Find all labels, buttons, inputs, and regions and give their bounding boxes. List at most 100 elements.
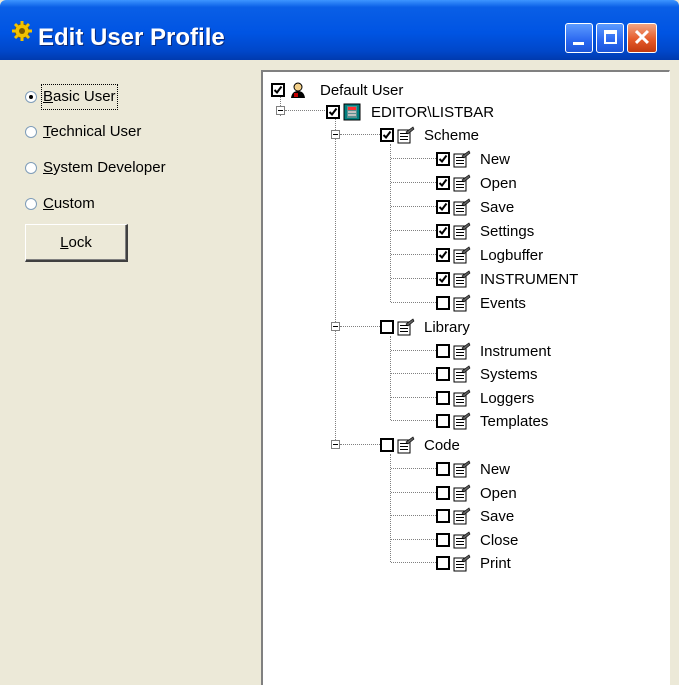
collapse-icon[interactable]	[276, 106, 285, 115]
tree-node-code-close[interactable]: Close	[436, 531, 636, 551]
tree-node-editor-listbar[interactable]: EDITOR\LISTBAR	[326, 103, 576, 123]
minimize-button[interactable]	[565, 23, 593, 53]
checkbox[interactable]	[436, 200, 450, 214]
tree-node-scheme-logbuffer[interactable]: Logbuffer	[436, 246, 636, 266]
checkbox[interactable]	[436, 248, 450, 262]
tree-node-library-loggers[interactable]: Loggers	[436, 389, 636, 409]
gear-icon	[12, 21, 32, 41]
tree-connector	[340, 326, 380, 327]
checkbox[interactable]	[436, 533, 450, 547]
tree-connector	[391, 468, 436, 469]
tree-node-scheme-save[interactable]: Save	[436, 198, 636, 218]
checkbox[interactable]	[380, 320, 394, 334]
tree-connector	[391, 492, 436, 493]
document-icon	[397, 126, 415, 144]
tree-node-label: Logbuffer	[480, 247, 544, 264]
title-bar[interactable]: Edit User Profile ✕	[0, 0, 679, 60]
close-icon: ✕	[632, 25, 652, 50]
checkbox[interactable]	[436, 486, 450, 500]
checkbox[interactable]	[436, 272, 450, 286]
checkbox[interactable]	[380, 438, 394, 452]
tree-connector	[391, 278, 436, 279]
collapse-icon[interactable]	[331, 130, 340, 139]
collapse-icon[interactable]	[331, 322, 340, 331]
checkbox[interactable]	[436, 224, 450, 238]
tree-node-scheme-open[interactable]: Open	[436, 174, 636, 194]
tree-node-scheme-events[interactable]: Events	[436, 294, 636, 314]
document-icon	[453, 222, 471, 240]
document-icon	[453, 460, 471, 478]
tree-node-code-save[interactable]: Save	[436, 507, 636, 527]
tree-node-code-open[interactable]: Open	[436, 484, 636, 504]
radio-indicator[interactable]	[25, 91, 37, 103]
checkbox[interactable]	[436, 344, 450, 358]
checkbox[interactable]	[436, 556, 450, 570]
document-icon	[453, 554, 471, 572]
tree-node-scheme-new[interactable]: New	[436, 150, 636, 170]
document-icon	[453, 365, 471, 383]
tree-node-label: INSTRUMENT	[480, 271, 579, 288]
tree-node-library[interactable]: Library	[380, 318, 580, 338]
document-icon	[453, 174, 471, 192]
radio-label: System Developer	[43, 159, 166, 176]
tree-node-default-user[interactable]: Default User	[271, 81, 471, 101]
tree-node-code-new[interactable]: New	[436, 460, 636, 480]
tree-node-library-instrument[interactable]: Instrument	[436, 342, 636, 362]
checkbox[interactable]	[436, 462, 450, 476]
radio-label: Custom	[43, 195, 95, 212]
tree-connector	[390, 336, 391, 420]
maximize-icon	[604, 30, 617, 44]
radio-indicator[interactable]	[25, 162, 37, 174]
radio-label: Technical User	[43, 123, 142, 140]
radio-label: Basic User	[41, 84, 118, 110]
tree-connector	[391, 515, 436, 516]
tree-node-label: Events	[480, 295, 526, 312]
tree-node-label: Code	[424, 437, 460, 454]
radio-indicator[interactable]	[25, 198, 37, 210]
close-button[interactable]: ✕	[627, 23, 657, 53]
tree-connector	[335, 118, 336, 444]
document-icon	[397, 436, 415, 454]
document-icon	[453, 507, 471, 525]
tree-node-label: New	[480, 151, 511, 168]
checkbox[interactable]	[436, 152, 450, 166]
tree-node-scheme-instrument[interactable]: INSTRUMENT	[436, 270, 656, 290]
checkbox[interactable]	[436, 176, 450, 190]
lock-button[interactable]: Lock	[25, 224, 128, 262]
checkbox[interactable]	[436, 296, 450, 310]
document-icon	[453, 150, 471, 168]
checkbox[interactable]	[380, 128, 394, 142]
checkbox[interactable]	[271, 83, 285, 97]
tree-connector	[391, 373, 436, 374]
checkbox[interactable]	[436, 414, 450, 428]
radio-indicator[interactable]	[25, 126, 37, 138]
document-icon	[453, 342, 471, 360]
tree-node-label: Close	[480, 532, 519, 549]
document-icon	[453, 294, 471, 312]
checkbox[interactable]	[436, 367, 450, 381]
tree-node-code-print[interactable]: Print	[436, 554, 636, 574]
window-title: Edit User Profile	[38, 24, 225, 51]
tree-connector	[340, 444, 380, 445]
tree-connector	[390, 454, 391, 562]
collapse-icon[interactable]	[331, 440, 340, 449]
document-icon	[397, 318, 415, 336]
checkbox[interactable]	[326, 105, 340, 119]
tree-connector	[391, 350, 436, 351]
tree-node-label: EDITOR\LISTBAR	[371, 104, 495, 121]
checkbox[interactable]	[436, 391, 450, 405]
tree-node-scheme-settings[interactable]: Settings	[436, 222, 636, 242]
tree-node-label: Default User	[320, 82, 404, 99]
tree-node-label: Print	[480, 555, 511, 572]
document-icon	[453, 531, 471, 549]
tree-node-library-systems[interactable]: Systems	[436, 365, 636, 385]
tree-node-scheme[interactable]: Scheme	[380, 126, 580, 146]
checkbox[interactable]	[436, 509, 450, 523]
tree-node-library-templates[interactable]: Templates	[436, 412, 636, 432]
tree-node-label: Loggers	[480, 390, 535, 407]
user-icon	[291, 82, 305, 98]
maximize-button[interactable]	[596, 23, 624, 53]
tree-node-code[interactable]: Code	[380, 436, 580, 456]
permissions-tree[interactable]: Default User EDITOR\LISTBAR Scheme New O…	[261, 70, 670, 685]
tree-connector	[391, 420, 436, 421]
